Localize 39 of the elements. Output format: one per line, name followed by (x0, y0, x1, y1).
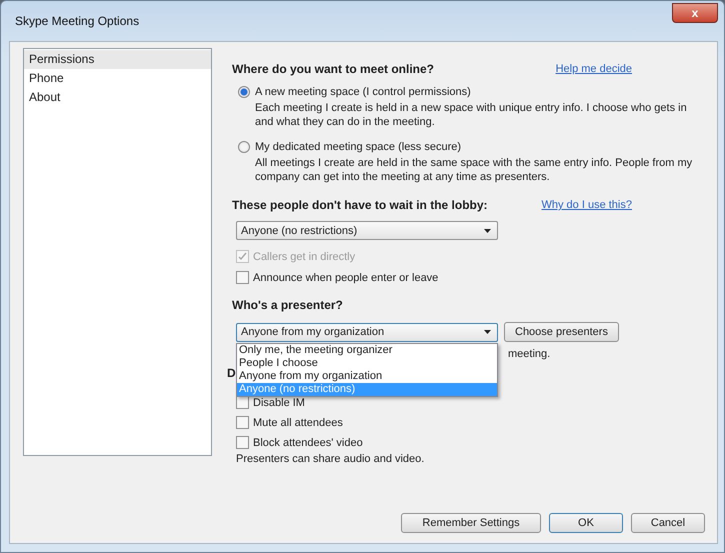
presenter-select[interactable]: Anyone from my organization (236, 322, 498, 342)
note-text: meeting. (508, 348, 552, 360)
option-description: Each meeting I create is held in a new space with unique entry info. I choose who gets in and what they can do in the meeting. (255, 101, 688, 129)
section-heading: D (227, 366, 236, 380)
checkbox[interactable] (236, 271, 249, 284)
checkbox-label: Disable IM (253, 396, 305, 408)
dropdown-option[interactable]: Only me, the meeting organizer (237, 344, 497, 357)
radio-button[interactable] (238, 141, 250, 153)
radio-label: A new meeting space (I control permissions) (255, 86, 471, 98)
checkbox-label: Callers get in directly (253, 250, 356, 262)
caret-icon (484, 228, 491, 232)
checkbox-label: Announce when people enter or leave (253, 272, 438, 284)
section-heading: Where do you want to meet online? (232, 62, 434, 76)
help-link[interactable]: Why do I use this? (542, 199, 632, 211)
checkbox[interactable] (236, 396, 249, 409)
help-link[interactable]: Help me decide (556, 63, 632, 75)
window-title: Skype Meeting Options (14, 14, 140, 28)
dialog-button[interactable]: Cancel (631, 513, 705, 533)
dialog-button[interactable]: Remember Settings (401, 513, 541, 533)
checkbox[interactable] (236, 436, 249, 449)
close-button[interactable]: x (672, 3, 718, 23)
section-heading: Who's a presenter? (232, 298, 344, 312)
sidebar-item[interactable]: Phone (24, 69, 211, 88)
checkbox-label: Mute all attendees (253, 416, 343, 428)
note-text: Presenters can share audio and video. (236, 453, 426, 465)
section-heading: These people don't have to wait in the lobby: (232, 198, 488, 212)
lobby-select[interactable]: Anyone (no restrictions) (236, 221, 498, 240)
sidebar-item[interactable]: About (24, 88, 211, 107)
checkbox[interactable] (236, 416, 249, 429)
radio-label: My dedicated meeting space (less secure) (255, 141, 462, 153)
dropdown-option[interactable]: People I choose (237, 357, 497, 370)
caret-icon (484, 330, 491, 334)
checkbox-label: Block attendees' video (253, 436, 363, 448)
radio-button[interactable] (238, 86, 250, 98)
choose-presenters-button[interactable]: Choose presenters (504, 322, 619, 342)
dropdown-option[interactable]: Anyone from my organization (237, 370, 497, 383)
sidebar-item[interactable]: Permissions (24, 50, 211, 69)
option-description: All meetings I create are held in the same space with the same entry info. People from my company can get into the meeting at any time as presenters. (255, 156, 694, 184)
dialog-button[interactable]: OK (549, 513, 623, 533)
